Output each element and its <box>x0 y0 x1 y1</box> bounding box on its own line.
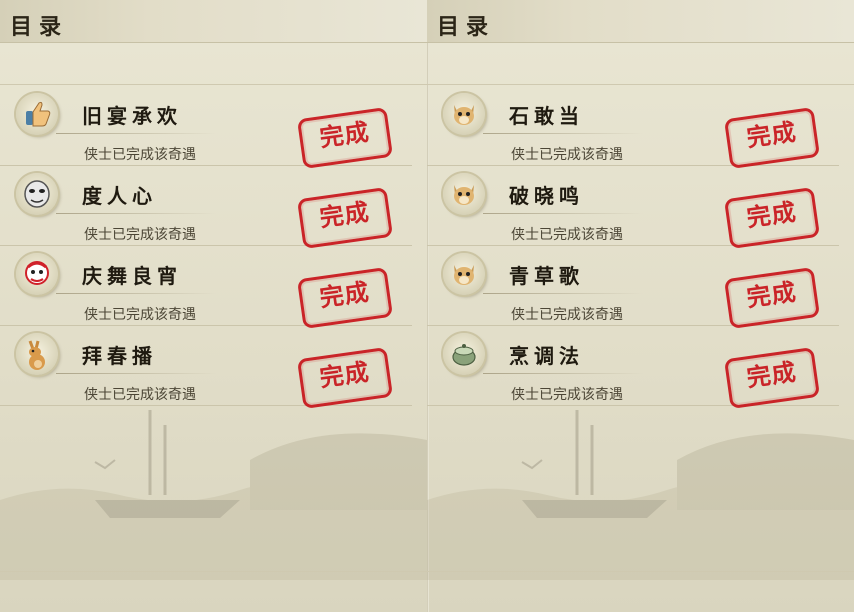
completed-stamp: 完成 <box>296 106 394 170</box>
title-bar: 目录 <box>427 0 854 43</box>
entry-status: 侠士已完成该奇遇 <box>84 227 196 243</box>
divider <box>483 293 643 294</box>
entry-status: 侠士已完成该奇遇 <box>511 307 623 323</box>
divider <box>56 373 216 374</box>
boat-scenery-watermark <box>0 410 427 580</box>
panel-title: 目录 <box>437 14 496 40</box>
completed-stamp: 完成 <box>723 106 821 170</box>
thumbs-up-icon <box>16 93 58 135</box>
divider <box>483 133 643 134</box>
pot-icon <box>443 333 485 375</box>
entry-name: 烹调法 <box>509 344 584 368</box>
title-bar: 目录 <box>0 0 427 43</box>
mask-icon <box>16 173 58 215</box>
list-item[interactable]: 拜春播 侠士已完成该奇遇 完成 <box>0 325 412 410</box>
boat-scenery-watermark <box>427 410 854 580</box>
completed-stamp: 完成 <box>296 266 394 330</box>
divider <box>427 571 854 572</box>
divider <box>56 133 216 134</box>
entry-name: 度人心 <box>82 184 157 208</box>
entry-name: 破晓鸣 <box>509 184 584 208</box>
list-item[interactable]: 烹调法 侠士已完成该奇遇 完成 <box>427 325 839 410</box>
cat-icon <box>443 173 485 215</box>
entry-status: 侠士已完成该奇遇 <box>511 147 623 163</box>
entry-status: 侠士已完成该奇遇 <box>84 147 196 163</box>
divider <box>0 571 427 572</box>
cat-icon <box>443 93 485 135</box>
completed-stamp: 完成 <box>723 346 821 410</box>
list-item[interactable]: 破晓鸣 侠士已完成该奇遇 完成 <box>427 165 839 250</box>
entry-status: 侠士已完成该奇遇 <box>511 387 623 403</box>
divider <box>56 213 216 214</box>
entry-name: 旧宴承欢 <box>82 104 182 128</box>
entry-name: 青草歌 <box>509 264 584 288</box>
catalog-panel-right: 目录 石敢当 侠士已完成该奇遇 完成 破晓鸣 侠士已完成该奇遇 完成 青草歌 侠… <box>427 0 854 612</box>
panel-title: 目录 <box>10 14 69 40</box>
entry-status: 侠士已完成该奇遇 <box>84 387 196 403</box>
entry-name: 拜春播 <box>82 344 157 368</box>
list-item[interactable]: 石敢当 侠士已完成该奇遇 完成 <box>427 85 839 170</box>
catalog-panel-left: 目录 旧宴承欢 侠士已完成该奇遇 完成 度人心 侠士已完成该奇遇 完成 庆舞良宵… <box>0 0 427 612</box>
lion-dance-icon <box>16 253 58 295</box>
list-item[interactable]: 度人心 侠士已完成该奇遇 完成 <box>0 165 412 250</box>
divider <box>56 293 216 294</box>
completed-stamp: 完成 <box>296 186 394 250</box>
list-item[interactable]: 庆舞良宵 侠士已完成该奇遇 完成 <box>0 245 412 330</box>
entry-name: 石敢当 <box>509 104 584 128</box>
list-item[interactable]: 青草歌 侠士已完成该奇遇 完成 <box>427 245 839 330</box>
divider <box>483 373 643 374</box>
entry-status: 侠士已完成该奇遇 <box>511 227 623 243</box>
list-item[interactable]: 旧宴承欢 侠士已完成该奇遇 完成 <box>0 85 412 170</box>
completed-stamp: 完成 <box>723 186 821 250</box>
cat-icon <box>443 253 485 295</box>
completed-stamp: 完成 <box>723 266 821 330</box>
divider <box>483 213 643 214</box>
entry-status: 侠士已完成该奇遇 <box>84 307 196 323</box>
entry-name: 庆舞良宵 <box>82 264 182 288</box>
completed-stamp: 完成 <box>296 346 394 410</box>
kangaroo-icon <box>16 333 58 375</box>
